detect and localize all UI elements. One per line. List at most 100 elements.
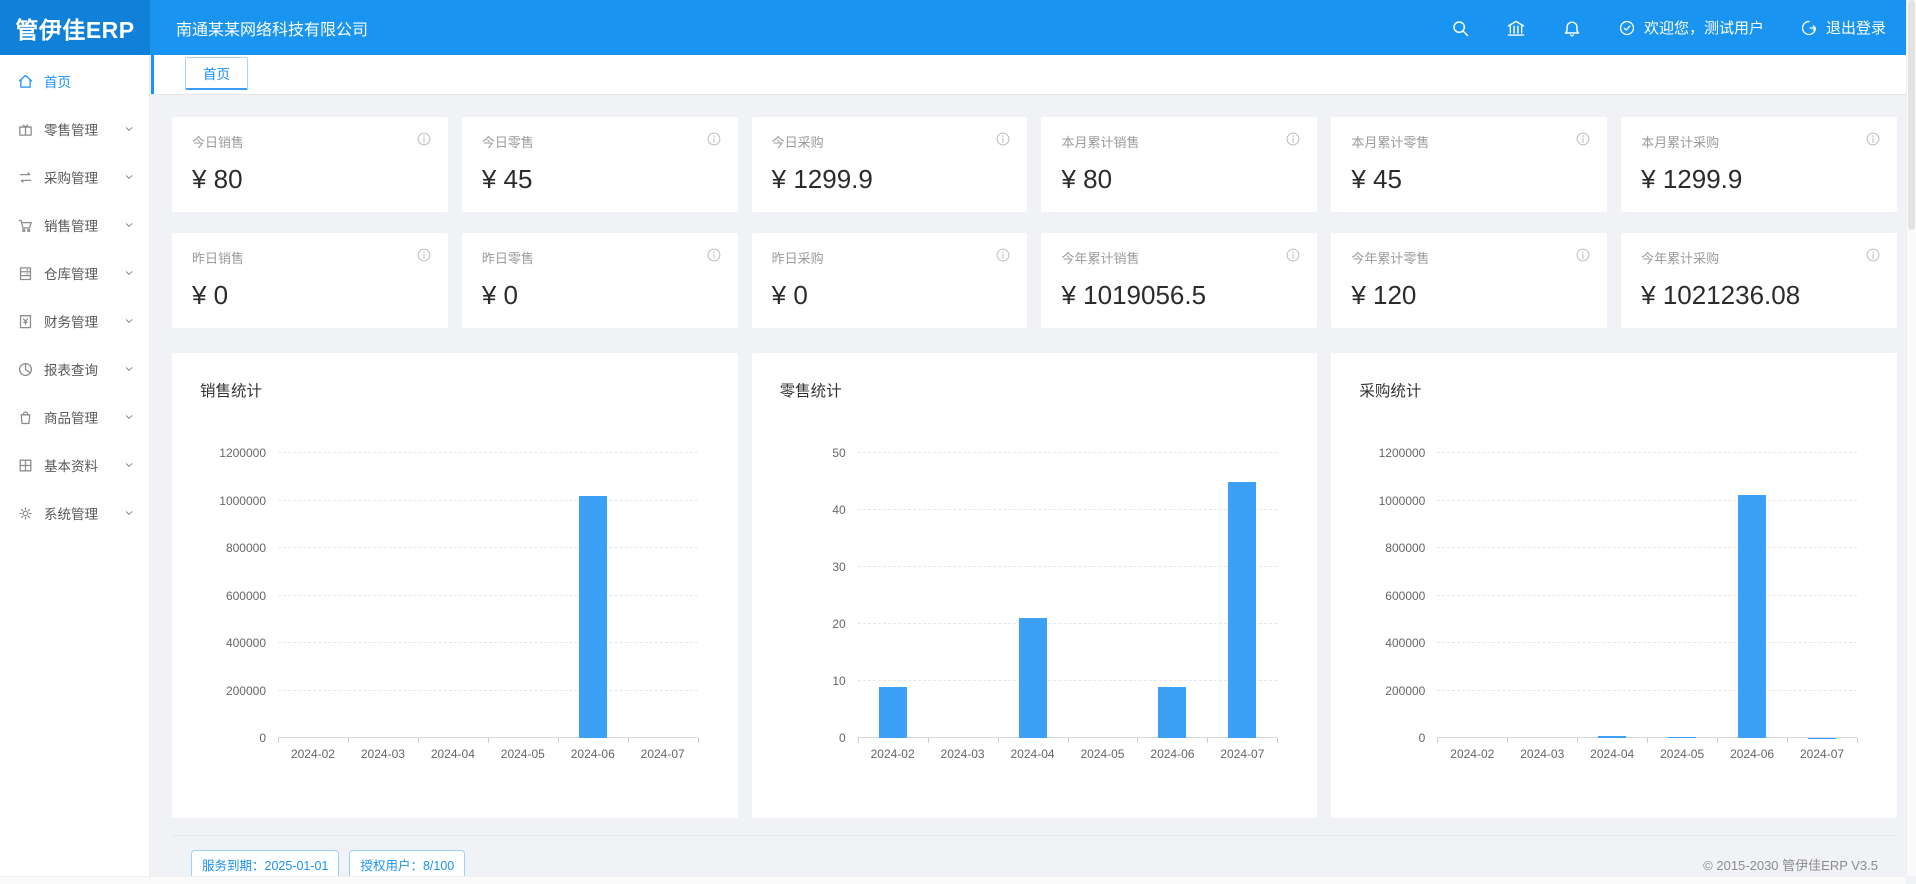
- bar-2024-02: [879, 687, 907, 738]
- x-axis-tick: [1068, 738, 1069, 743]
- chevron-down-icon: [123, 171, 135, 183]
- chart-card: 销售统计020000040000060000080000010000001200…: [172, 353, 738, 818]
- grid-line: [1437, 452, 1857, 453]
- x-axis-tick: [1857, 738, 1858, 743]
- grid-line: [858, 566, 1278, 567]
- x-axis-tick: [1137, 738, 1138, 743]
- y-axis-tick-label: 1000000: [188, 494, 266, 508]
- sidebar-item-finance[interactable]: 财务管理: [0, 297, 149, 345]
- sidebar-item-warehouse[interactable]: 仓库管理: [0, 249, 149, 297]
- chevron-down-icon: [123, 459, 135, 471]
- grid-line: [1437, 547, 1857, 548]
- tab-home[interactable]: 首页: [185, 57, 248, 90]
- x-axis-tick: [1577, 738, 1578, 743]
- y-axis-tick-label: 1200000: [188, 446, 266, 460]
- logout-label: 退出登录: [1826, 17, 1886, 38]
- x-axis-label: 2024-06: [571, 747, 615, 761]
- x-axis-tick: [418, 738, 419, 743]
- sidebar-item-reports[interactable]: 报表查询: [0, 345, 149, 393]
- sidebar-item-retail[interactable]: 零售管理: [0, 105, 149, 153]
- sidebar-item-basicdata[interactable]: 基本资料: [0, 441, 149, 489]
- stat-label: 昨日零售: [482, 248, 718, 267]
- chevron-down-icon: [123, 363, 135, 375]
- stat-value: ¥ 120: [1351, 280, 1587, 311]
- retail-icon: [17, 121, 34, 138]
- dashboard-content: 今日销售¥ 80今日零售¥ 45今日采购¥ 1299.9本月累计销售¥ 80本月…: [151, 95, 1916, 884]
- welcome-user[interactable]: 欢迎您，测试用户: [1618, 17, 1764, 38]
- chevron-down-icon: [123, 267, 135, 279]
- chevron-down-icon: [123, 219, 135, 231]
- info-icon[interactable]: [1575, 131, 1591, 147]
- horizontal-scrollbar[interactable]: [0, 876, 1906, 884]
- vertical-scrollbar[interactable]: [1906, 0, 1916, 876]
- info-icon[interactable]: [995, 131, 1011, 147]
- chevron-down-icon: [123, 123, 135, 135]
- chart-plot-area: 0200000400000600000800000100000012000002…: [1437, 453, 1857, 738]
- tab-bar: 首页: [151, 55, 1916, 95]
- stat-card: 昨日采购¥ 0: [752, 233, 1028, 328]
- logout-button[interactable]: 退出登录: [1800, 17, 1886, 38]
- info-icon[interactable]: [1575, 247, 1591, 263]
- grid-line: [278, 547, 698, 548]
- sidebar-item-label: 系统管理: [44, 503, 98, 523]
- info-icon[interactable]: [706, 131, 722, 147]
- purchase-icon: [17, 169, 34, 186]
- service-expiry-badge: 服务到期：2025-01-01: [191, 850, 339, 879]
- info-icon[interactable]: [1865, 131, 1881, 147]
- bar-2024-04: [1019, 618, 1047, 738]
- x-axis-tick: [698, 738, 699, 743]
- chart-card: 采购统计 020000040000060000080000010000001200…: [1331, 353, 1897, 818]
- stat-value: ¥ 1019056.5: [1061, 280, 1297, 311]
- sidebar-item-sales[interactable]: 销售管理: [0, 201, 149, 249]
- sidebar-item-label: 仓库管理: [44, 263, 98, 283]
- x-axis-tick: [1277, 738, 1278, 743]
- stat-label: 今日采购: [772, 132, 1008, 151]
- y-axis-tick-label: 600000: [188, 589, 266, 603]
- chart-title: 采购统计: [1359, 379, 1869, 401]
- company-name: 南通某某网络科技有限公司: [176, 16, 368, 40]
- x-axis-tick: [558, 738, 559, 743]
- vertical-scrollbar-thumb[interactable]: [1908, 0, 1915, 230]
- stat-label: 昨日采购: [772, 248, 1008, 267]
- sidebar: 首页零售管理采购管理销售管理仓库管理财务管理报表查询商品管理基本资料系统管理: [0, 55, 150, 884]
- chart-card: 零售统计010203040502024-022024-032024-042024…: [752, 353, 1318, 818]
- stat-label: 昨日销售: [192, 248, 428, 267]
- sidebar-item-system[interactable]: 系统管理: [0, 489, 149, 537]
- y-axis-tick-label: 10: [768, 674, 846, 688]
- stat-value: ¥ 1299.9: [1641, 164, 1877, 195]
- info-icon[interactable]: [706, 247, 722, 263]
- stat-value: ¥ 1021236.08: [1641, 280, 1877, 311]
- sidebar-item-goods[interactable]: 商品管理: [0, 393, 149, 441]
- y-axis-tick-label: 1000000: [1347, 494, 1425, 508]
- info-icon[interactable]: [995, 247, 1011, 263]
- bank-icon[interactable]: [1506, 18, 1526, 38]
- x-axis-label: 2024-03: [1520, 747, 1564, 761]
- x-axis-tick: [1717, 738, 1718, 743]
- x-axis-label: 2024-06: [1150, 747, 1194, 761]
- info-icon[interactable]: [1865, 247, 1881, 263]
- welcome-label: 欢迎您，测试用户: [1644, 17, 1764, 38]
- y-axis-tick-label: 600000: [1347, 589, 1425, 603]
- sidebar-item-label: 采购管理: [44, 167, 98, 187]
- finance-icon: [17, 313, 34, 330]
- stat-value: ¥ 45: [482, 164, 718, 195]
- sidebar-item-purchase[interactable]: 采购管理: [0, 153, 149, 201]
- grid-line: [1437, 500, 1857, 501]
- x-axis-label: 2024-03: [361, 747, 405, 761]
- x-axis-tick: [858, 738, 859, 743]
- x-axis-label: 2024-07: [1220, 747, 1264, 761]
- x-axis-tick: [928, 738, 929, 743]
- info-icon[interactable]: [1285, 131, 1301, 147]
- x-axis-label: 2024-03: [941, 747, 985, 761]
- chevron-down-icon: [123, 507, 135, 519]
- bar-2024-07: [1228, 482, 1256, 739]
- x-axis-tick: [1647, 738, 1648, 743]
- bell-icon[interactable]: [1562, 18, 1582, 38]
- info-icon[interactable]: [1285, 247, 1301, 263]
- info-icon[interactable]: [416, 247, 432, 263]
- chart-plot-area: 010203040502024-022024-032024-042024-052…: [858, 453, 1278, 738]
- stat-label: 本月累计销售: [1061, 132, 1297, 151]
- sidebar-item-home[interactable]: 首页: [0, 57, 149, 105]
- search-icon[interactable]: [1450, 18, 1470, 38]
- info-icon[interactable]: [416, 131, 432, 147]
